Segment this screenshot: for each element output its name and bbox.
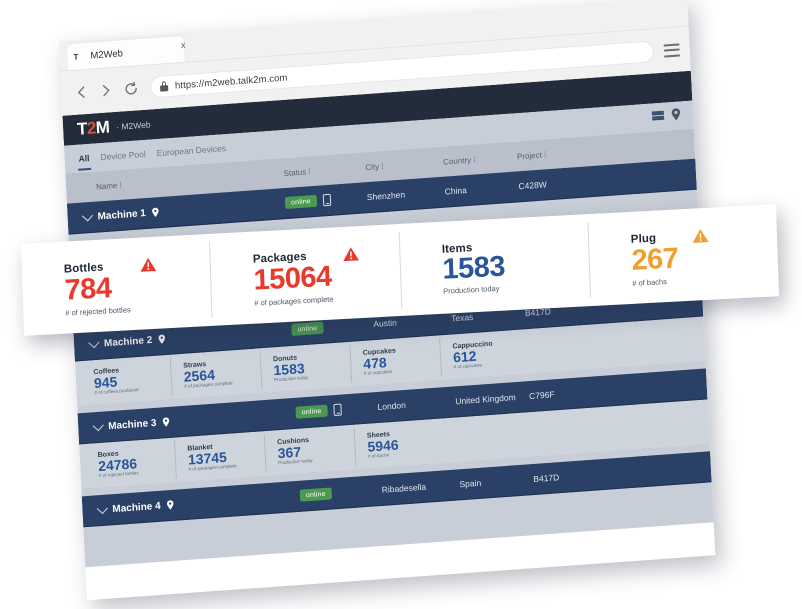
map-pin-icon[interactable]: [152, 207, 160, 218]
map-pin-icon[interactable]: [158, 334, 166, 345]
chevron-down-icon[interactable]: [81, 210, 94, 222]
project-cell: B417D: [533, 472, 560, 484]
metric-cell: Sheets 5946 # of bachs: [355, 421, 447, 465]
chevron-right-icon[interactable]: [96, 80, 117, 101]
chevron-down-icon[interactable]: [88, 337, 100, 349]
logo-subtitle: · M2Web: [116, 119, 151, 132]
browser-tab-title: M2Web: [90, 47, 124, 62]
country-cell: China: [444, 185, 468, 197]
phone-icon[interactable]: [333, 403, 342, 417]
t2m-favicon: T: [73, 51, 79, 62]
kpi-items: Items 1583 Production today: [399, 222, 591, 308]
country-cell: Spain: [459, 477, 482, 490]
machine-label: Machine 3: [107, 417, 157, 432]
machine-label: Machine 2: [103, 334, 153, 349]
city-cell: Austin: [373, 317, 398, 330]
url-text: https://m2web.talk2m.com: [174, 72, 288, 92]
status-badge: online: [299, 487, 333, 502]
kpi-value: 784: [64, 272, 112, 307]
status-badge: online: [284, 194, 318, 210]
project-cell: C428W: [518, 179, 548, 192]
kpi-bottles: Bottles 784 # of rejected bottles: [21, 241, 213, 328]
metric-cell: Cushions 367 Production today: [264, 427, 357, 473]
map-pin-icon[interactable]: [671, 108, 682, 122]
column-name[interactable]: Name ⁞: [96, 180, 122, 191]
machine-name-cell[interactable]: Machine 2: [88, 333, 167, 349]
tab-device-pool[interactable]: Device Pool: [100, 149, 146, 162]
metric-cell: Cappuccino 612 # of cupcakes: [440, 332, 532, 376]
tab-european-devices[interactable]: European Devices: [156, 143, 226, 158]
chevron-left-icon[interactable]: [71, 82, 92, 103]
metric-cell: Blanket 13745 # of packages complete: [174, 434, 267, 479]
machine-name-cell[interactable]: Machine 4: [96, 499, 175, 515]
map-pin-icon[interactable]: [162, 417, 170, 428]
list-view-icon[interactable]: [651, 110, 665, 122]
machine-name-cell[interactable]: Machine 3: [92, 416, 171, 432]
city-cell: Ribadesella: [381, 481, 427, 495]
app-header-icons: [651, 108, 682, 123]
phone-icon[interactable]: [322, 193, 332, 207]
metric-cell: Coffees 945 # of coffees produced: [81, 357, 173, 403]
lock-icon: [160, 81, 169, 92]
column-country[interactable]: Country ⁞: [443, 155, 476, 166]
reload-icon[interactable]: [121, 78, 142, 99]
kpi-packages: Packages 15064 # of packages complete: [210, 231, 402, 318]
kpi-value: 1583: [441, 250, 506, 286]
metric-cell: Donuts 1583 Production today: [260, 344, 353, 390]
country-cell: Texas: [450, 311, 474, 324]
metric-cell: Cupcakes 478 # of cupcakes: [350, 338, 443, 383]
country-cell: United Kingdom: [455, 392, 516, 407]
machine-name-cell[interactable]: Machine 1: [81, 207, 160, 223]
metric-cell: Straws 2564 # of packages complete: [170, 351, 263, 396]
city-cell: Shenzhen: [366, 189, 406, 203]
close-icon[interactable]: x: [181, 40, 186, 50]
hamburger-menu-icon[interactable]: [663, 42, 681, 58]
status-badge: online: [291, 321, 324, 336]
chevron-down-icon[interactable]: [96, 502, 108, 515]
column-project[interactable]: Project ⁞: [517, 150, 547, 161]
t2m-logo: T 2 M: [77, 117, 110, 139]
logo-part-3: M: [95, 117, 110, 138]
kpi-value: 267: [631, 242, 679, 278]
column-status[interactable]: Status ⁞: [283, 167, 311, 178]
status-badge: online: [295, 404, 328, 419]
kpi-plug: Plug 267 # of bachs: [588, 212, 779, 298]
chevron-down-icon[interactable]: [92, 419, 104, 432]
city-cell: London: [377, 399, 407, 412]
column-city[interactable]: City ⁞: [365, 161, 384, 171]
machine-label: Machine 4: [112, 500, 161, 515]
map-pin-icon[interactable]: [166, 500, 174, 511]
kpi-value: 15064: [253, 260, 333, 297]
project-cell: C796F: [528, 389, 555, 402]
tab-all[interactable]: All: [78, 153, 89, 164]
metric-cell: Boxes 24786 # of rejected bottles: [85, 440, 177, 485]
machine-label: Machine 1: [97, 207, 147, 222]
